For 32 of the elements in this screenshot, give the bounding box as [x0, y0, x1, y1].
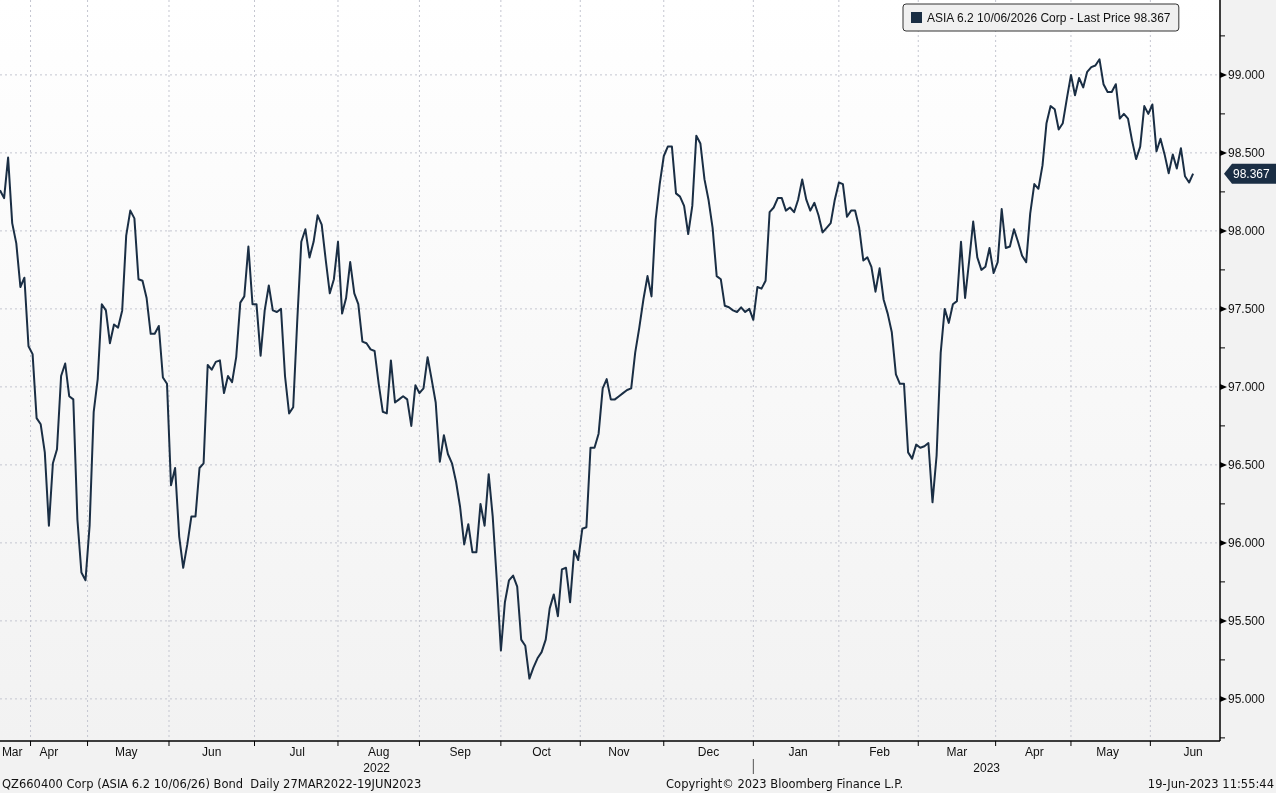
y-axis-label: 96.000: [1228, 536, 1265, 551]
x-axis-label: Aug: [368, 745, 390, 759]
year-label: 2022: [363, 761, 390, 775]
legend-label: ASIA 6.2 10/06/2026 Corp - Last Price 98.367: [927, 11, 1171, 25]
x-axis-label: Feb: [869, 745, 890, 759]
x-axis-label: Mar: [946, 745, 968, 759]
x-axis-label: Oct: [532, 745, 551, 759]
year-label: 2023: [973, 761, 1000, 775]
x-axis-label: Mar: [1, 745, 23, 759]
x-axis-label: Nov: [608, 745, 630, 759]
copyright-notice: Copyright© 2023 Bloomberg Finance L.P.: [666, 776, 904, 793]
x-axis-label: Jul: [289, 745, 305, 759]
x-axis-label: Jun: [202, 745, 222, 759]
y-axis-label: 98.000: [1228, 224, 1265, 239]
y-axis-label: 99.000: [1228, 68, 1265, 83]
x-axis-label: May: [114, 745, 138, 759]
y-axis-label: 95.000: [1228, 692, 1265, 707]
y-axis-label: 97.000: [1228, 380, 1265, 395]
y-axis-label: 98.500: [1228, 146, 1265, 161]
x-axis-label: Apr: [39, 745, 59, 759]
y-axis-label: 96.500: [1228, 458, 1265, 473]
security-description: QZ660400 Corp (ASIA 6.2 10/06/26) Bond Daily 27MAR2022-19JUN2023: [2, 776, 422, 793]
x-axis-label: Jun: [1183, 745, 1203, 759]
y-axis-label: 95.500: [1228, 614, 1265, 629]
last-price-tag: 98.367: [1224, 163, 1276, 184]
x-axis-label: May: [1096, 745, 1119, 759]
x-axis-label: Jan: [788, 745, 808, 759]
x-axis-label: Sep: [449, 745, 471, 759]
x-axis-label: Dec: [697, 745, 720, 759]
timestamp: 19-Jun-2023 11:55:44: [1147, 776, 1274, 793]
y-axis-label: 97.500: [1228, 302, 1265, 317]
x-axis-label: Apr: [1024, 745, 1044, 759]
